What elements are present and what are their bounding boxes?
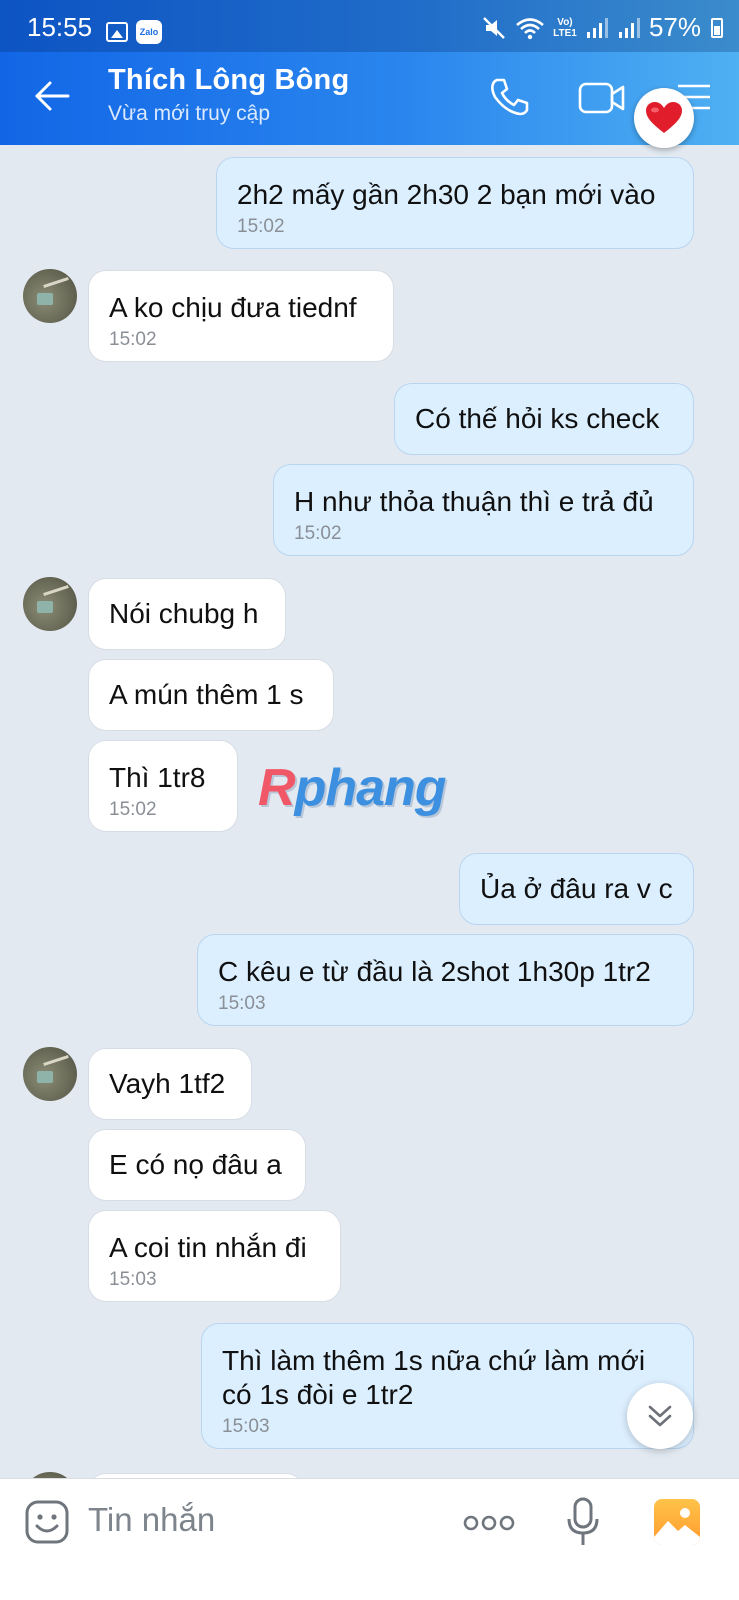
back-arrow-icon[interactable] [32,76,72,116]
volte-label: Vo) LTE1 [553,16,577,39]
message-input-bar: Tin nhắn [0,1478,739,1600]
heart-reaction-button[interactable] [634,88,694,148]
signal-icon-2 [618,17,640,38]
status-bar: 15:55 Zalo Vo) LTE1 57% [0,0,739,52]
image-picker-icon[interactable] [654,1499,700,1545]
signal-icon-1 [586,17,608,38]
image-icon [654,1508,700,1545]
message-bubble-in[interactable]: A mún thêm 1 s [88,659,334,731]
message-text: Có thế hỏi ks check [415,403,660,434]
wifi-icon [516,17,544,39]
gallery-notification-icon [106,22,128,42]
message-text-line-1: Thì làm thêm 1s nữa chứ làm mới [222,1345,646,1376]
message-text-line-2: có 1s đòi e 1tr2 [222,1379,414,1410]
message-text: Nói chubg h [109,598,259,629]
message-bubble-out[interactable]: Thì làm thêm 1s nữa chứ làm mới có 1s đò… [201,1323,694,1449]
message-text: Vayh 1tf2 [109,1068,226,1099]
more-options-icon[interactable] [462,1513,516,1533]
message-bubble-out[interactable]: C kêu e từ đầu là 2shot 1h30p 1tr2 15:03 [197,934,694,1026]
message-bubble-in[interactable]: Nói chubg h [88,578,286,650]
status-indicators: Vo) LTE1 57% [481,12,723,43]
sticker-emoji-icon[interactable] [24,1499,70,1545]
mute-icon [483,16,505,39]
message-time: 15:03 [218,993,266,1014]
message-text: 2h2 mấy gần 2h30 2 bạn mới vào [237,179,656,210]
message-time: 15:02 [109,329,157,350]
heart-icon [646,102,682,133]
message-text: H như thỏa thuận thì e trả đủ [294,486,654,517]
avatar[interactable] [23,577,77,631]
top-bar: 15:55 Zalo Vo) LTE1 57% Thích Lông Bông … [0,0,739,145]
avatar[interactable] [23,1047,77,1101]
message-time: 15:02 [294,523,342,544]
battery-percent: 57% [648,12,701,42]
message-time: 15:03 [109,1269,157,1290]
zalo-notification-icon: Zalo [136,20,162,44]
battery-icon [711,17,723,38]
message-text: A ko chịu đưa tiednf [109,292,357,323]
last-seen-status: Vừa mới truy cập [108,102,271,125]
message-bubble-in[interactable]: A ko chịu đưa tiednf 15:02 [88,270,394,362]
message-text: Ủa ở đâu ra v c [480,873,673,904]
message-bubble-in[interactable]: A coi tin nhắn đi 15:03 [88,1210,341,1302]
message-time: 15:02 [109,799,157,820]
message-bubble-in[interactable]: E có nọ đâu a [88,1129,306,1201]
message-bubble-out[interactable]: H như thỏa thuận thì e trả đủ 15:02 [273,464,694,556]
message-time: 15:02 [237,216,285,237]
contact-name[interactable]: Thích Lông Bông [108,64,349,97]
message-list[interactable]: 2h2 mấy gần 2h30 2 bạn mới vào 15:02 A k… [0,145,739,1508]
message-bubble-in[interactable]: Thì 1tr8 15:02 [88,740,238,832]
message-bubble-out[interactable]: Ủa ở đâu ra v c [459,853,694,925]
video-call-icon[interactable] [578,78,626,118]
message-bubble-in[interactable]: Vayh 1tf2 [88,1048,252,1120]
watermark-logo: Rphang [258,759,447,817]
message-text: A mún thêm 1 s [109,679,304,710]
microphone-icon[interactable] [566,1497,600,1549]
avatar[interactable] [23,269,77,323]
message-time: 15:03 [222,1416,270,1437]
message-bubble-out[interactable]: Có thế hỏi ks check [394,383,694,455]
message-text: A coi tin nhắn đi [109,1232,307,1263]
message-text: Thì 1tr8 [109,762,206,793]
message-text: C kêu e từ đầu là 2shot 1h30p 1tr2 [218,956,651,987]
message-text: E có nọ đâu a [109,1149,282,1180]
double-chevron-down-icon [648,1405,672,1427]
status-time: 15:55 [27,12,93,42]
phone-call-icon[interactable] [488,76,530,118]
app-bar: Thích Lông Bông Vừa mới truy cập [0,52,739,145]
message-bubble-out[interactable]: 2h2 mấy gần 2h30 2 bạn mới vào 15:02 [216,157,694,249]
scroll-to-bottom-button[interactable] [627,1383,693,1449]
message-input[interactable]: Tin nhắn [88,1501,215,1539]
